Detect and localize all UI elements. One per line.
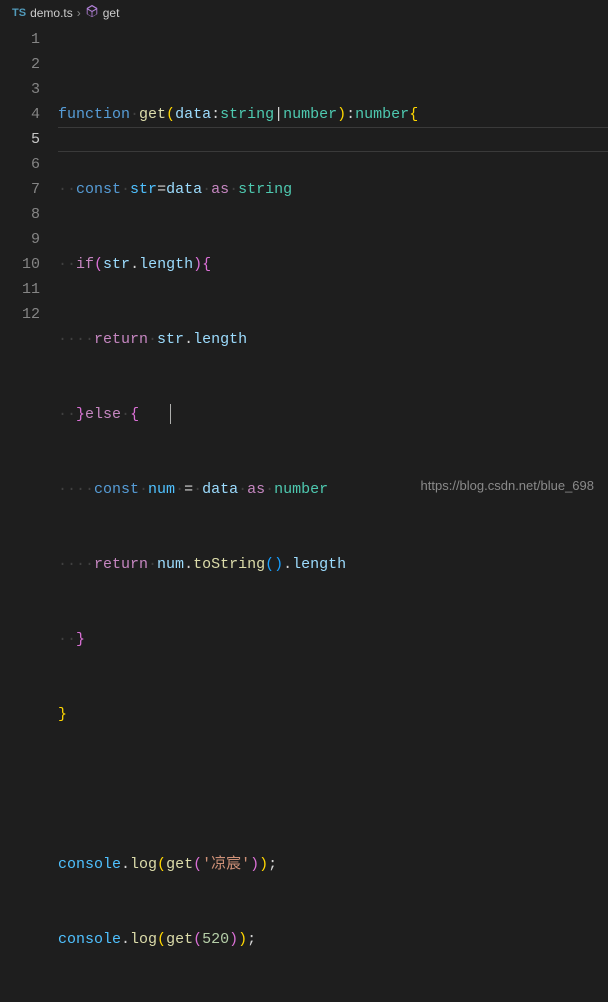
breadcrumb[interactable]: TS demo.ts › get — [0, 0, 608, 25]
line-number: 6 — [0, 152, 40, 177]
chevron-right-icon: › — [77, 6, 81, 20]
line-number: 8 — [0, 202, 40, 227]
text-cursor — [170, 404, 171, 424]
breadcrumb-symbol[interactable]: get — [103, 6, 120, 20]
code-editor[interactable]: 1 2 3 4 5 6 7 8 9 10 11 12 function·get(… — [0, 25, 608, 1002]
line-number: 9 — [0, 227, 40, 252]
typescript-icon: TS — [12, 7, 26, 19]
line-number: 12 — [0, 302, 40, 327]
code-content[interactable]: function·get(data:string|number):number{… — [58, 27, 608, 1002]
active-line-highlight — [58, 127, 608, 152]
line-number: 4 — [0, 102, 40, 127]
line-number: 7 — [0, 177, 40, 202]
line-number: 11 — [0, 277, 40, 302]
line-number: 2 — [0, 52, 40, 77]
breadcrumb-file[interactable]: demo.ts — [30, 6, 73, 20]
symbol-method-icon — [85, 4, 99, 21]
line-number: 10 — [0, 252, 40, 277]
line-gutter: 1 2 3 4 5 6 7 8 9 10 11 12 — [0, 27, 58, 1002]
watermark: https://blog.csdn.net/blue_698 — [421, 478, 594, 493]
line-number: 1 — [0, 27, 40, 52]
line-number: 5 — [0, 127, 40, 152]
line-number: 3 — [0, 77, 40, 102]
